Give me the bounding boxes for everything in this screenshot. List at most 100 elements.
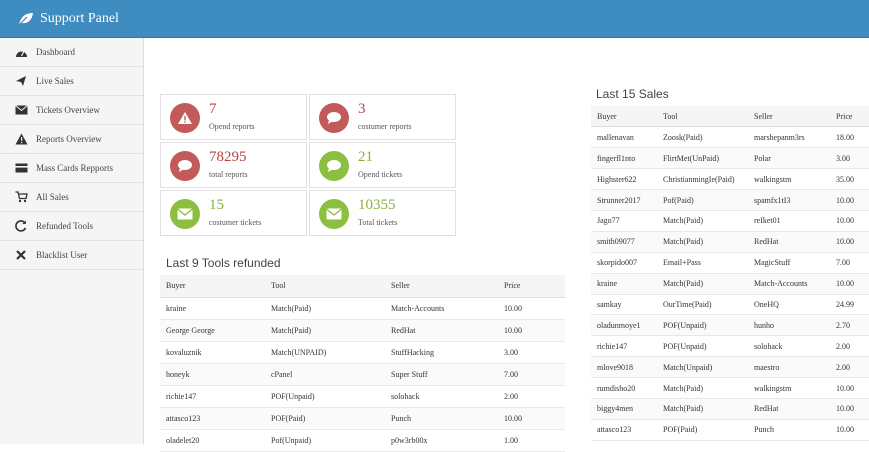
table-row[interactable]: attasco123 POF(Paid) Punch 10.00: [591, 419, 869, 441]
table-row[interactable]: richie147 POF(Unpaid) solohack 2.00: [160, 385, 565, 408]
sidebar-item-all-sales[interactable]: All Sales: [0, 183, 143, 212]
table-cell: 2.70: [830, 314, 869, 337]
table-cell: oladunmoye1: [591, 314, 657, 337]
column-header[interactable]: Buyer: [591, 106, 657, 128]
table-cell: kraine: [591, 273, 657, 295]
table-row[interactable]: George George Match(Paid) RedHat 10.00: [160, 319, 565, 342]
table-cell: attasco123: [591, 419, 657, 441]
table-cell: RedHat: [385, 319, 498, 342]
table-row[interactable]: kraine Match(Paid) Match-Accounts 10.00: [591, 273, 869, 295]
table-row[interactable]: mallenavan Zoosk(Paid) marshepanm3rs 18.00: [591, 126, 869, 149]
stat-card[interactable]: 10355 Total tickets: [309, 190, 456, 236]
column-header[interactable]: Seller: [385, 275, 498, 298]
table-cell: 3.00: [498, 341, 565, 364]
table-cell: 10.00: [830, 189, 869, 211]
stat-value: 21: [358, 149, 373, 165]
stat-label: Total tickets: [358, 218, 398, 227]
sidebar-item-dashboard[interactable]: Dashboard: [0, 38, 143, 67]
column-header[interactable]: Price: [830, 106, 869, 128]
table-cell: Punch: [748, 419, 830, 441]
table-cell: 3.00: [830, 147, 869, 170]
stat-card[interactable]: 7 Opend reports: [160, 94, 307, 140]
table-cell: walkingstm: [748, 377, 830, 399]
sidebar-item-tickets-overview[interactable]: Tickets Overview: [0, 96, 143, 125]
table-cell: 10.00: [830, 377, 869, 399]
table-cell: ChristianmingIe(Paid): [657, 168, 748, 191]
table-cell: hunho: [748, 314, 830, 337]
table-cell: George George: [160, 319, 265, 342]
table-row[interactable]: rumdisho20 Match(Paid) walkingstm 10.00: [591, 377, 869, 399]
table-cell: FlirtMet(UnPaid): [657, 147, 748, 170]
envelope-icon: [14, 103, 28, 117]
refresh-icon: [14, 219, 28, 233]
stat-label: total reports: [209, 170, 248, 179]
table-row[interactable]: samkay OurTime(Paid) OneHQ 24.99: [591, 294, 869, 316]
table-cell: attasco123: [160, 407, 265, 430]
column-header[interactable]: Price: [498, 275, 565, 298]
table-row[interactable]: Highster622 ChristianmingIe(Paid) walkings…: [591, 168, 869, 191]
column-header[interactable]: Tool: [265, 275, 385, 298]
table-cell: kraine: [160, 297, 265, 320]
table-cell: Polar: [748, 147, 830, 170]
table-row[interactable]: Strunner2017 Pof(Paid) spamfx1tI3 10.00: [591, 189, 869, 211]
table-row[interactable]: oladunmoye1 POF(Unpaid) hunho 2.70: [591, 314, 869, 337]
column-header[interactable]: Buyer: [160, 275, 265, 298]
table-row[interactable]: oladelet20 Pof(Unpaid) p0w3rb00x 1.00: [160, 429, 565, 452]
table-cell: 2.00: [830, 356, 869, 379]
stat-label: Opend reports: [209, 122, 255, 131]
table-row[interactable]: kovaluznik Match(UNPAID) StuffHacking 3.00: [160, 341, 565, 364]
table-cell: Zoosk(Paid): [657, 126, 748, 149]
x-icon: [14, 248, 28, 262]
table-cell: 24.99: [830, 294, 869, 316]
stat-card[interactable]: 3 costumer reports: [309, 94, 456, 140]
stat-card[interactable]: 15 costumer tickets: [160, 190, 307, 236]
stat-card[interactable]: 21 Opend tickets: [309, 142, 456, 188]
table-cell: Jago77: [591, 210, 657, 232]
sidebar-item-live-sales[interactable]: Live Sales: [0, 67, 143, 96]
table-cell: smith09077: [591, 231, 657, 253]
table-row[interactable]: mlove9018 Match(Unpaid) maestro 2.00: [591, 356, 869, 379]
table-cell: Match(Paid): [657, 210, 748, 232]
sidebar-item-reports-overview[interactable]: Reports Overview: [0, 125, 143, 154]
table-row[interactable]: honeyk cPanel Super Stuff 7.00: [160, 363, 565, 386]
table-cell: POF(Paid): [657, 419, 748, 441]
table-row[interactable]: smith09077 Match(Paid) RedHat 10.00: [591, 231, 869, 253]
sidebar-item-label: Tickets Overview: [36, 105, 100, 115]
dashboard-icon: [14, 45, 28, 59]
table-cell: StuffHacking: [385, 341, 498, 364]
table-row[interactable]: biggy4men Match(Paid) RedHat 10.00: [591, 398, 869, 420]
table-cell: marshepanm3rs: [748, 126, 830, 149]
table-cell: RedHat: [748, 398, 830, 420]
table-cell: 10.00: [830, 231, 869, 253]
table-row[interactable]: Jago77 Match(Paid) reIket01 10.00: [591, 210, 869, 232]
table-cell: POF(Unpaid): [657, 314, 748, 337]
sidebar-item-blacklist-user[interactable]: Blacklist User: [0, 241, 143, 270]
paper-plane-icon: [14, 74, 28, 88]
table-cell: Super Stuff: [385, 363, 498, 386]
sidebar-item-mass-cards-repports[interactable]: Mass Cards Repports: [0, 154, 143, 183]
warning-icon: [170, 103, 200, 133]
stat-value: 15: [209, 197, 224, 213]
table-row[interactable]: attasco123 POF(Paid) Punch 10.00: [160, 407, 565, 430]
column-header[interactable]: Tool: [657, 106, 748, 128]
column-header[interactable]: Seller: [748, 106, 830, 128]
stat-label: costumer reports: [358, 122, 412, 131]
table-cell: MagicStuff: [748, 252, 830, 274]
main-header-strip: [145, 38, 869, 69]
table-cell: 10.00: [830, 398, 869, 420]
stat-card[interactable]: 78295 total reports: [160, 142, 307, 188]
table-cell: p0w3rb00x: [385, 429, 498, 452]
envelope-icon: [319, 199, 349, 229]
warning-icon: [14, 132, 28, 146]
table-cell: kovaluznik: [160, 341, 265, 364]
table-row[interactable]: skorpido007 Email+Pass MagicStuff 7.00: [591, 252, 869, 274]
table-row[interactable]: richie147 POF(Unpaid) solohack 2.00: [591, 335, 869, 358]
table-row[interactable]: fingerfl1nto FlirtMet(UnPaid) Polar 3.00: [591, 147, 869, 170]
table-cell: reIket01: [748, 210, 830, 232]
table-cell: Punch: [385, 407, 498, 430]
sidebar-item-refunded-tools[interactable]: Refunded Tools: [0, 212, 143, 241]
table-cell: richie147: [591, 335, 657, 358]
sidebar-item-label: Mass Cards Repports: [36, 163, 113, 173]
table-row[interactable]: kraine Match(Paid) Match-Accounts 10.00: [160, 297, 565, 320]
brand[interactable]: Support Panel: [18, 0, 119, 38]
